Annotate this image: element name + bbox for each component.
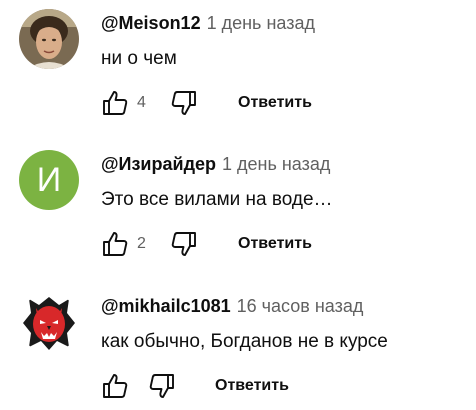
- avatar[interactable]: [19, 9, 79, 69]
- comment-actions: 4 Ответить: [100, 88, 460, 118]
- comments-list: @Meison12 1 день назад ни о чем 4 Ответит…: [0, 0, 476, 410]
- red-devil-logo-icon: [19, 293, 79, 353]
- comment-item: И @Изирайдер 1 день назад Это все вилами …: [0, 141, 476, 271]
- reply-button[interactable]: Ответить: [238, 234, 312, 254]
- comment-actions: Ответить: [100, 371, 460, 401]
- like-count: 2: [137, 235, 146, 252]
- dislike-button[interactable]: [169, 229, 199, 259]
- comment-item: @Meison12 1 день назад ни о чем 4 Ответит…: [0, 0, 476, 130]
- comment-time[interactable]: 1 день назад: [222, 154, 330, 174]
- dislike-button[interactable]: [147, 371, 177, 401]
- reply-button[interactable]: Ответить: [238, 93, 312, 113]
- comment-header: @Изирайдер 1 день назад: [101, 153, 330, 175]
- avatar[interactable]: И: [19, 150, 79, 210]
- comment-time[interactable]: 16 часов назад: [237, 296, 364, 316]
- like-button[interactable]: [100, 88, 130, 118]
- comment-header: @mikhailc1081 16 часов назад: [101, 295, 363, 317]
- author-name[interactable]: @Meison12: [101, 13, 201, 33]
- like-button[interactable]: [100, 229, 130, 259]
- reply-button[interactable]: Ответить: [215, 376, 289, 396]
- comment-header: @Meison12 1 день назад: [101, 12, 315, 34]
- comment-time[interactable]: 1 день назад: [207, 13, 315, 33]
- thumbs-down-icon: [171, 232, 196, 256]
- comment-actions: 2 Ответить: [100, 229, 460, 259]
- author-name[interactable]: @Изирайдер: [101, 154, 216, 174]
- thumbs-up-icon: [103, 374, 128, 398]
- comment-text: Это все вилами на воде…: [101, 189, 333, 210]
- comment-item: @mikhailc1081 16 часов назад как обычно, …: [0, 283, 476, 410]
- like-count: 4: [137, 94, 146, 111]
- thumbs-up-icon: [103, 91, 128, 115]
- avatar[interactable]: [19, 293, 79, 353]
- user-photo-icon: [19, 9, 79, 69]
- comment-text: ни о чем: [101, 48, 177, 69]
- thumbs-down-icon: [171, 91, 196, 115]
- comment-text: как обычно, Богданов не в курсе: [101, 331, 388, 352]
- like-button[interactable]: [100, 371, 130, 401]
- thumbs-up-icon: [103, 232, 128, 256]
- author-name[interactable]: @mikhailc1081: [101, 296, 231, 316]
- thumbs-down-icon: [149, 374, 174, 398]
- dislike-button[interactable]: [169, 88, 199, 118]
